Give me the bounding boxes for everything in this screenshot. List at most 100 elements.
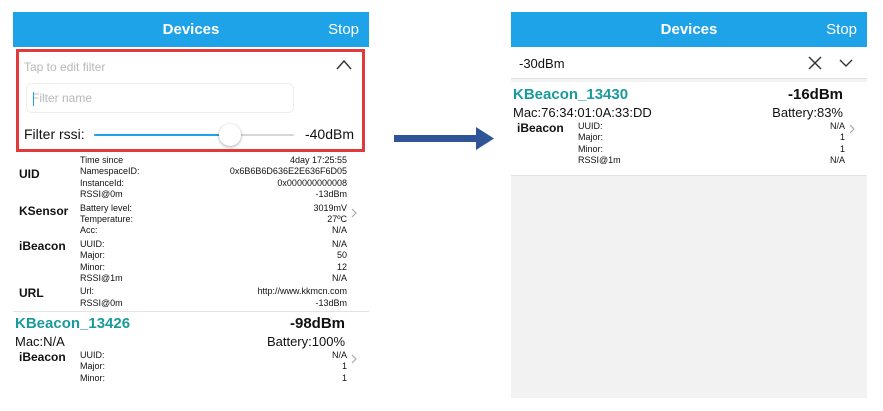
field-value: 1 bbox=[839, 132, 845, 143]
field-value: N/A bbox=[331, 272, 347, 283]
field-group: UID NamespaceID: 0x6B6B6D636E2E636F6D05 Ins… bbox=[13, 166, 369, 200]
field-row: Acc: N/A bbox=[13, 225, 369, 236]
field-row: Url: http://www.kkmcn.com bbox=[13, 286, 369, 297]
left-screen: Devices Stop Tap to edit filter Filter r… bbox=[13, 12, 369, 398]
field-key: RSSI@1m bbox=[80, 272, 123, 283]
field-value: -13dBm bbox=[315, 297, 347, 308]
field-key: UUID: bbox=[80, 238, 105, 249]
field-value: N/A bbox=[829, 121, 845, 131]
field-key: Url: bbox=[80, 286, 94, 297]
arrow-right-icon bbox=[394, 127, 494, 150]
field-group: Time since 4day 17:25:55 bbox=[13, 155, 369, 166]
navbar: Devices Stop bbox=[511, 12, 867, 47]
field-value: 0x6B6B6D636E2E636F6D05 bbox=[229, 166, 347, 177]
right-screen: Devices Stop -30dBm KBeacon_13430 -16dBm M… bbox=[511, 12, 867, 398]
field-value: N/A bbox=[331, 238, 347, 249]
field-key: Major: bbox=[578, 132, 604, 143]
field-key: Time since bbox=[80, 155, 124, 165]
field-row: Time since 4day 17:25:55 bbox=[13, 155, 369, 166]
field-key: Temperature: bbox=[80, 213, 134, 224]
field-row: RSSI@1m N/A bbox=[13, 273, 369, 284]
field-key: Minor: bbox=[80, 261, 106, 272]
field-key: UUID: bbox=[578, 121, 603, 131]
field-value: 27ºC bbox=[327, 213, 347, 224]
filter-bar[interactable]: -30dBm bbox=[511, 47, 867, 79]
field-group: URL Url: http://www.kkmcn.com RSSI@0m -13dBm bbox=[13, 286, 369, 309]
field-key: Major: bbox=[80, 361, 106, 372]
field-key: RSSI@0m bbox=[80, 189, 123, 200]
field-key: NamespaceID: bbox=[80, 166, 140, 177]
text-caret bbox=[33, 92, 34, 106]
field-group: iBeacon UUID: N/A Major: 1 Minor: 1 bbox=[13, 350, 369, 384]
navbar: Devices Stop bbox=[13, 12, 369, 47]
chevron-up-icon[interactable] bbox=[336, 58, 352, 70]
rssi-slider[interactable] bbox=[94, 124, 294, 146]
beacon-subheader: Mac:76:34:01:0A:33:DD Battery:83% bbox=[511, 104, 867, 121]
field-row: Minor: 12 bbox=[13, 262, 369, 273]
field-row: Minor: 1 bbox=[511, 144, 867, 155]
beacon-card[interactable]: KBeacon_13426 -98dBm Mac:N/A Battery:100% iB… bbox=[13, 312, 369, 384]
chevron-right-icon bbox=[351, 354, 357, 364]
filter-name-input[interactable] bbox=[27, 84, 293, 112]
chevron-right-icon bbox=[849, 124, 855, 134]
field-row: RSSI@1m N/A bbox=[511, 155, 867, 166]
field-key: Major: bbox=[80, 250, 106, 261]
field-row: Battery level: 3019mV bbox=[13, 203, 369, 214]
field-row: Minor: 1 bbox=[13, 373, 369, 384]
beacon-mac: Mac:76:34:01:0A:33:DD bbox=[513, 105, 652, 120]
field-value: N/A bbox=[331, 350, 347, 361]
filter-rssi-label: Filter rssi: bbox=[24, 126, 85, 142]
slider-knob[interactable] bbox=[219, 124, 241, 146]
beacon-rssi: -98dBm bbox=[289, 315, 345, 333]
field-group: KSensor Battery level: 3019mV Temperature: 2… bbox=[13, 203, 369, 237]
beacon-header: KBeacon_13430 -16dBm bbox=[511, 85, 867, 104]
beacon-card[interactable]: KBeacon_13430 -16dBm Mac:76:34:01:0A:33:DD… bbox=[511, 82, 867, 176]
beacon-header: KBeacon_13426 -98dBm bbox=[13, 314, 369, 333]
close-icon[interactable] bbox=[808, 56, 822, 70]
field-group: iBeacon UUID: N/A Major: 1 Minor: 1 RSSI@1m N/A bbox=[511, 121, 867, 167]
field-value: 4day 17:25:55 bbox=[289, 155, 347, 165]
beacon-list: Time since 4day 17:25:55 UID NamespaceID: 0x… bbox=[13, 154, 369, 384]
field-row: InstanceId: 0x000000000008 bbox=[13, 178, 369, 189]
filter-hint[interactable]: Tap to edit filter bbox=[24, 60, 105, 74]
beacon-name: KBeacon_13426 bbox=[15, 315, 131, 333]
page-title: Devices bbox=[660, 21, 718, 38]
field-row: RSSI@0m -13dBm bbox=[13, 298, 369, 309]
field-value: N/A bbox=[331, 225, 347, 236]
filter-rssi-value: -40dBm bbox=[304, 126, 354, 142]
field-key: RSSI@0m bbox=[80, 297, 123, 308]
field-key: RSSI@1m bbox=[578, 155, 621, 166]
beacon-battery: Battery:100% bbox=[266, 334, 345, 350]
field-value: 50 bbox=[336, 250, 347, 261]
beacon-card[interactable]: Time since 4day 17:25:55 UID NamespaceID: 0x… bbox=[13, 154, 369, 311]
field-value: 1 bbox=[341, 361, 347, 372]
field-value: http://www.kkmcn.com bbox=[257, 286, 347, 297]
chevron-down-icon[interactable] bbox=[839, 58, 853, 68]
field-row: Major: 1 bbox=[511, 132, 867, 143]
field-row: Major: 50 bbox=[13, 250, 369, 261]
page-title: Devices bbox=[162, 21, 220, 38]
stop-button[interactable]: Stop bbox=[328, 21, 359, 38]
field-row: UUID: N/A bbox=[511, 121, 867, 132]
chevron-right-icon bbox=[351, 208, 357, 218]
field-key: Minor: bbox=[80, 372, 106, 383]
field-value: N/A bbox=[829, 155, 845, 166]
field-key: Acc: bbox=[80, 225, 98, 236]
field-value: 0x000000000008 bbox=[277, 177, 347, 188]
beacon-subheader: Mac:N/A Battery:100% bbox=[13, 333, 369, 350]
field-value: 3019mV bbox=[313, 202, 347, 213]
field-row: UUID: N/A bbox=[13, 350, 369, 361]
beacon-name: KBeacon_13430 bbox=[513, 86, 629, 103]
stop-button[interactable]: Stop bbox=[826, 21, 857, 38]
beacon-battery: Battery:83% bbox=[772, 105, 843, 120]
field-row: Major: 1 bbox=[13, 361, 369, 372]
filter-name-field[interactable] bbox=[26, 83, 294, 113]
field-row: UUID: N/A bbox=[13, 239, 369, 250]
field-group: iBeacon UUID: N/A Major: 50 Minor: 12 RSSI@1m N/… bbox=[13, 239, 369, 285]
field-key: InstanceId: bbox=[80, 177, 125, 188]
slider-fill bbox=[94, 134, 230, 136]
field-key: UUID: bbox=[80, 350, 105, 361]
field-value: -13dBm bbox=[315, 189, 347, 200]
field-row: NamespaceID: 0x6B6B6D636E2E636F6D05 bbox=[13, 166, 369, 177]
field-row: RSSI@0m -13dBm bbox=[13, 189, 369, 200]
